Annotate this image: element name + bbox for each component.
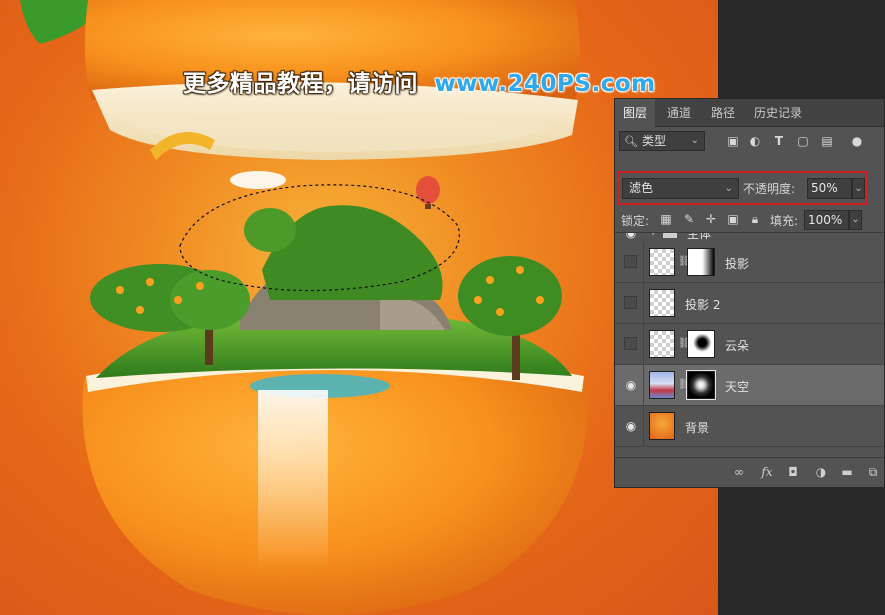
opacity-input[interactable]: 50% xyxy=(807,178,852,199)
lock-transparent-icon[interactable]: ▦ xyxy=(659,212,673,226)
lock-all-icon[interactable]: 🔒︎ xyxy=(748,212,762,226)
layer-filter-row: 🔍︎ 类型 ⌄ ▣ ◐ T ▢ ▤ ● xyxy=(615,129,884,157)
visibility-toggle[interactable] xyxy=(624,255,637,268)
shape-filter-icon[interactable]: ▢ xyxy=(795,133,811,149)
watermark-url: www.240PS.com xyxy=(434,71,656,97)
blend-mode-value: 滤色 xyxy=(629,181,654,195)
blend-opacity-highlight: 滤色 ⌄ 不透明度: 50% ⌄ xyxy=(617,171,867,205)
eye-icon[interactable]: ◉ xyxy=(624,378,638,392)
layer-name: 投影 2 xyxy=(685,298,721,312)
layer-name: 背景 xyxy=(685,421,710,435)
document-canvas[interactable]: 更多精品教程，请访问 www.240PS.com xyxy=(0,0,718,615)
group-row-main[interactable]: ◉ › 主体 xyxy=(615,232,884,242)
opacity-dropdown-button[interactable]: ⌄ xyxy=(852,178,865,199)
tab-layers[interactable]: 图层 xyxy=(615,99,655,127)
layer-row-background[interactable]: ◉ 背景 xyxy=(615,406,884,447)
layer-row-sky[interactable]: ◉ ⛓︎ 天空 xyxy=(615,365,884,406)
pixel-filter-icon[interactable]: ▣ xyxy=(725,133,741,149)
add-mask-icon[interactable]: ◘ xyxy=(785,464,801,480)
filter-type-label: 类型 xyxy=(641,134,666,148)
eye-icon[interactable]: ◉ xyxy=(624,419,638,433)
layer-row-shadow-2[interactable]: 投影 2 xyxy=(615,283,884,324)
layer-row-shadow[interactable]: ⛓︎ 投影 xyxy=(615,242,884,283)
watermark-text: 更多精品教程，请访问 www.240PS.com xyxy=(183,64,656,98)
chevron-down-icon: ⌄ xyxy=(690,135,699,146)
layer-name: 天空 xyxy=(725,380,750,394)
lock-position-move-icon[interactable]: ✛ xyxy=(704,212,718,226)
new-group-folder-icon[interactable]: ▬ xyxy=(839,464,855,480)
new-layer-icon[interactable]: ⧉ xyxy=(865,464,881,480)
lock-artboard-icon[interactable]: ▣ xyxy=(726,212,740,226)
visibility-toggle[interactable] xyxy=(624,296,637,309)
layer-filter-select[interactable]: 🔍︎ 类型 ⌄ xyxy=(619,131,705,151)
adjustment-filter-icon[interactable]: ◐ xyxy=(747,133,763,149)
layer-mask-thumbnail[interactable] xyxy=(687,248,715,276)
type-filter-icon[interactable]: T xyxy=(771,133,787,149)
watermark-chinese: 更多精品教程，请访问 xyxy=(183,71,418,97)
layer-thumbnail xyxy=(649,412,675,440)
link-layers-icon[interactable]: ∞ xyxy=(731,464,747,480)
tab-history[interactable]: 历史记录 xyxy=(746,99,810,127)
layer-thumbnail xyxy=(649,248,675,276)
group-name: 主体 xyxy=(687,232,712,241)
chevron-down-icon: ⌄ xyxy=(724,183,733,194)
layer-row-clouds[interactable]: ⛓︎ 云朵 xyxy=(615,324,884,365)
fill-label: 填充: xyxy=(770,214,799,228)
layer-name: 云朵 xyxy=(725,339,750,353)
layer-mask-thumbnail[interactable] xyxy=(686,370,716,400)
fx-layer-style-icon[interactable]: fx xyxy=(759,464,775,480)
lock-row: 锁定: ▦ ✎ ✛ ▣ 🔒︎ 填充: 100% ⌄ xyxy=(615,208,884,232)
eye-icon[interactable]: ◉ xyxy=(624,233,638,240)
waterfall xyxy=(258,390,328,570)
chevron-right-icon[interactable]: › xyxy=(651,233,655,239)
tab-paths[interactable]: 路径 xyxy=(703,99,743,127)
panel-tabs: 图层 通道 路径 历史记录 xyxy=(615,99,884,127)
layer-thumbnail xyxy=(649,371,675,399)
opacity-label: 不透明度: xyxy=(743,182,796,196)
fill-input[interactable]: 100% xyxy=(804,210,849,230)
search-icon: 🔍︎ xyxy=(624,135,638,148)
lock-label: 锁定: xyxy=(621,214,650,228)
layers-panel-footer: ∞ fx ◘ ◑ ▬ ⧉ xyxy=(615,457,884,486)
layer-name: 投影 xyxy=(725,257,750,271)
filter-toggle-icon[interactable]: ● xyxy=(849,133,865,149)
visibility-toggle[interactable] xyxy=(624,337,637,350)
folder-icon xyxy=(663,233,677,238)
blend-mode-select[interactable]: 滤色 ⌄ xyxy=(622,178,739,199)
layer-thumbnail xyxy=(649,330,675,358)
new-adjustment-layer-icon[interactable]: ◑ xyxy=(813,464,829,480)
smart-object-filter-icon[interactable]: ▤ xyxy=(819,133,835,149)
layers-panel: 图层 通道 路径 历史记录 🔍︎ 类型 ⌄ ▣ ◐ T ▢ ▤ ● 滤色 ⌄ 不透… xyxy=(614,98,885,488)
layer-thumbnail xyxy=(649,289,675,317)
tab-channels[interactable]: 通道 xyxy=(657,99,701,127)
layer-mask-thumbnail[interactable] xyxy=(687,330,715,358)
lock-pixels-brush-icon[interactable]: ✎ xyxy=(682,212,696,226)
fill-dropdown-button[interactable]: ⌄ xyxy=(849,210,862,230)
layer-list: ◉ › 主体 ⛓︎ 投影 投影 2 ⛓︎ 云朵 ◉ ⛓︎ 天空 ◉ 背景 xyxy=(615,232,884,458)
